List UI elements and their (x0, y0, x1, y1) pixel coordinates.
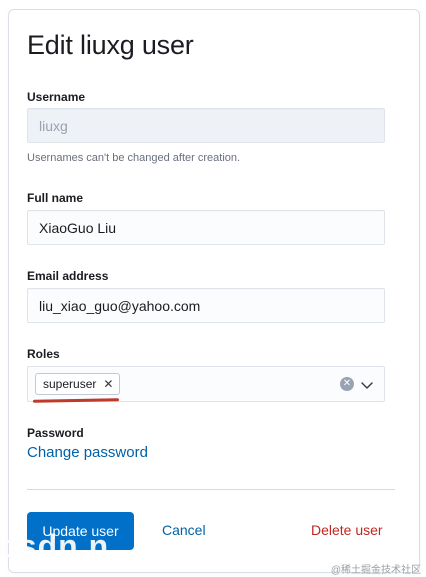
username-field (27, 108, 385, 143)
username-help-text: Usernames can't be changed after creatio… (27, 152, 241, 164)
password-label: Password (27, 426, 84, 440)
roles-combobox[interactable]: superuser ✕ ✕ (27, 366, 385, 402)
role-chip: superuser ✕ (35, 373, 121, 395)
cancel-button[interactable]: Cancel (162, 522, 206, 538)
chevron-down-icon[interactable] (360, 378, 374, 392)
page-title: Edit liuxg user (27, 30, 194, 60)
full-name-label: Full name (27, 191, 84, 205)
delete-user-button[interactable]: Delete user (311, 522, 383, 538)
username-label: Username (27, 90, 86, 104)
clear-circle-icon[interactable]: ✕ (340, 377, 354, 391)
update-user-button[interactable]: Update user (27, 512, 134, 550)
email-field[interactable] (27, 288, 385, 323)
close-icon[interactable]: ✕ (103, 378, 113, 390)
full-name-field[interactable] (27, 210, 385, 245)
change-password-link[interactable]: Change password (27, 444, 148, 461)
roles-label: Roles (27, 347, 60, 361)
role-chip-label: superuser (43, 377, 97, 391)
email-label: Email address (27, 269, 109, 283)
divider (27, 489, 395, 490)
